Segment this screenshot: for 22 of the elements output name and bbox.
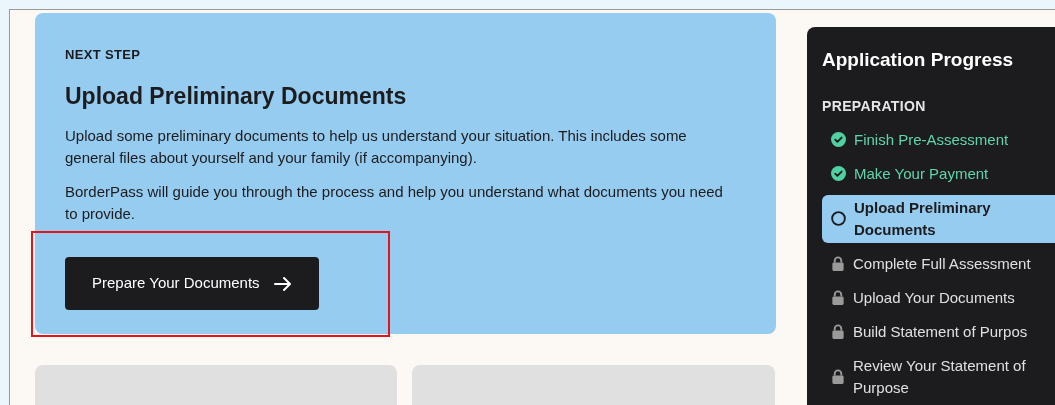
lock-icon: [831, 256, 845, 271]
progress-step[interactable]: Finish Pre-Assessment: [822, 126, 1055, 153]
prepare-documents-button[interactable]: Prepare Your Documents: [65, 257, 319, 310]
check-circle-icon: [831, 132, 846, 147]
progress-step[interactable]: Complete Full Assessment: [822, 250, 1055, 277]
progress-step[interactable]: Make Your Payment: [822, 160, 1055, 187]
lock-icon: [831, 369, 845, 384]
progress-step[interactable]: Review Your Statement of Purpose: [822, 352, 1055, 401]
lock-icon: [831, 324, 845, 339]
card-paragraph: BorderPass will guide you through the process and help you understand what documents you need to provide.: [65, 182, 724, 224]
panel-title: Application Progress: [822, 48, 1015, 72]
lock-icon: [831, 290, 845, 305]
arrow-right-icon: [273, 276, 292, 291]
progress-step[interactable]: Upload Your Documents: [822, 284, 1055, 311]
empty-circle-icon: [831, 211, 846, 226]
section-label: PREPARATION: [822, 96, 927, 116]
progress-step[interactable]: Build Statement of Purpos: [822, 318, 1055, 345]
progress-step[interactable]: Upload Preliminary Documents: [822, 194, 1055, 243]
eyebrow-label: NEXT STEP: [65, 46, 142, 64]
card-title: Upload Preliminary Documents: [65, 81, 408, 111]
check-circle-icon: [831, 166, 846, 181]
card-paragraph: Upload some preliminary documents to help us understand your situation. This includes some general files about yourself and your family (if accompanying).: [65, 126, 688, 168]
